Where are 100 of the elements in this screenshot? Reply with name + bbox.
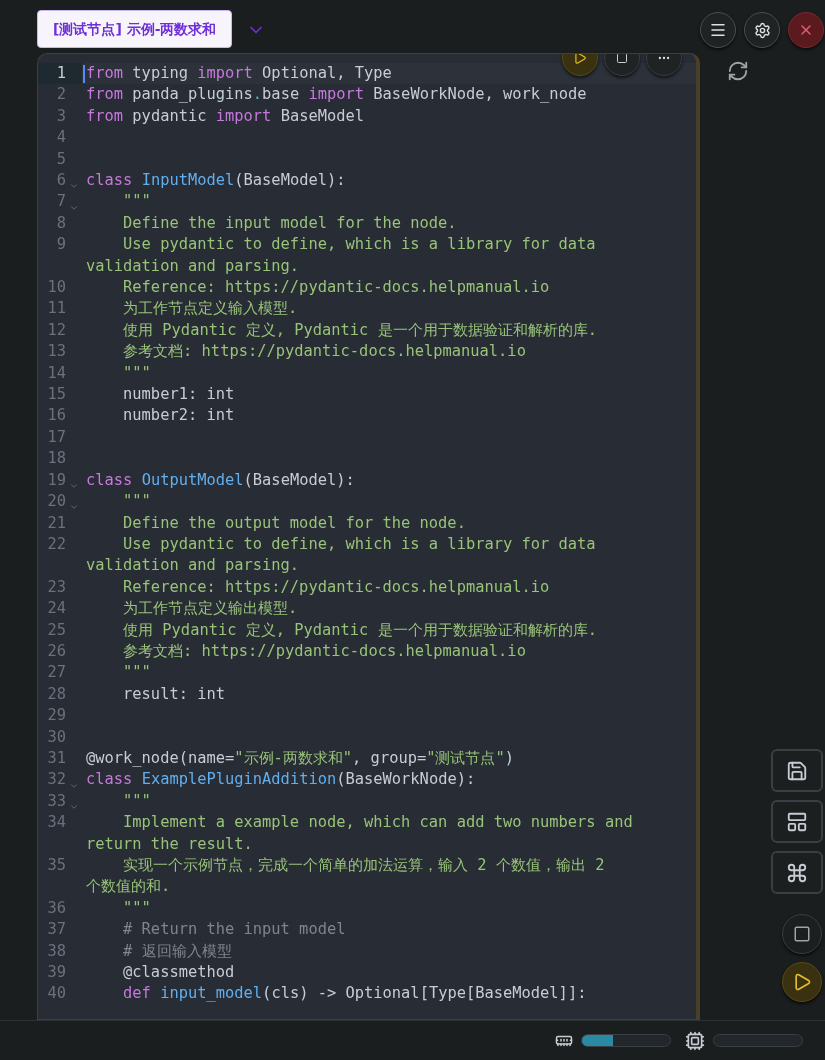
save-button[interactable] bbox=[771, 749, 823, 792]
line-number: 6 bbox=[55, 170, 66, 192]
layout-icon bbox=[786, 810, 808, 833]
line-number: 23 bbox=[46, 576, 66, 598]
code-text: def input_model(cls) -> Optional[Type[BaseModel]]: bbox=[122, 984, 587, 1003]
code-text: """ bbox=[122, 898, 151, 917]
line-number: 2 bbox=[55, 84, 66, 106]
code-text: from typing import Optional, Type bbox=[86, 64, 392, 82]
code-text: Define the output model for the node. bbox=[122, 513, 466, 532]
code-text: """ bbox=[122, 663, 151, 682]
line-number: 30 bbox=[46, 726, 66, 748]
code-text: 使用 Pydantic 定义, Pydantic 是一个用于数据验证和解析的库. bbox=[122, 620, 597, 639]
line-number: 12 bbox=[46, 319, 66, 341]
menu-icon bbox=[709, 21, 727, 39]
code-text: 使用 Pydantic 定义, Pydantic 是一个用于数据验证和解析的库. bbox=[122, 320, 597, 339]
layout-button[interactable] bbox=[771, 800, 823, 843]
line-number: 21 bbox=[46, 512, 66, 534]
code-text: 为工作节点定义输入模型. bbox=[122, 299, 298, 318]
line-number: 29 bbox=[46, 705, 66, 727]
command-icon bbox=[786, 861, 808, 884]
line-number: 24 bbox=[46, 598, 66, 620]
code-text: @work_node(name="示例-两数求和", group="测试节点") bbox=[86, 748, 515, 767]
line-number: 40 bbox=[46, 983, 66, 1005]
code-text: 参考文档: https://pydantic-docs.helpmanual.io bbox=[122, 641, 526, 660]
code-text: """ bbox=[122, 791, 151, 810]
line-number: 7 bbox=[55, 191, 66, 213]
code-text: Use pydantic to define, which is a library for data bbox=[122, 235, 596, 254]
code-text: Implement a example node, which can add two numbers and bbox=[122, 813, 633, 832]
line-number: 16 bbox=[46, 405, 66, 427]
line-number: 5 bbox=[55, 148, 66, 170]
settings-icon bbox=[753, 21, 771, 39]
line-number: 31 bbox=[46, 747, 66, 769]
play-icon bbox=[573, 54, 587, 65]
line-number: 22 bbox=[46, 533, 66, 555]
line-number: 39 bbox=[46, 961, 66, 983]
code-text: class InputModel(BaseModel): bbox=[86, 171, 346, 190]
text-cursor bbox=[83, 65, 85, 83]
code-text: validation and parsing. bbox=[86, 556, 300, 575]
code-text: number1: int bbox=[122, 385, 235, 404]
line-number: 37 bbox=[46, 919, 66, 941]
settings-button[interactable] bbox=[744, 12, 780, 48]
code-text: 个数值的和. bbox=[86, 877, 171, 896]
line-number: 4 bbox=[55, 127, 66, 149]
line-number: 33 bbox=[46, 790, 66, 812]
stop-icon bbox=[793, 925, 811, 943]
save-icon bbox=[786, 759, 808, 782]
line-number: 10 bbox=[46, 277, 66, 299]
line-number: 35 bbox=[46, 854, 66, 876]
code-text: result: int bbox=[122, 684, 225, 703]
code-text: number2: int bbox=[122, 406, 235, 425]
line-number: 18 bbox=[46, 448, 66, 470]
line-number: 38 bbox=[46, 940, 66, 962]
code-text: """ bbox=[122, 192, 151, 211]
refresh-icon[interactable] bbox=[726, 60, 749, 82]
line-number: 36 bbox=[46, 897, 66, 919]
line-number: 27 bbox=[46, 662, 66, 684]
play-icon bbox=[792, 972, 812, 992]
code-text: 为工作节点定义输出模型. bbox=[122, 599, 298, 618]
menu-button[interactable] bbox=[700, 12, 736, 48]
stop-button[interactable] bbox=[782, 914, 822, 954]
code-text: 实现一个示例节点，完成一个简单的加法运算，输入 2 个数值，输出 2 bbox=[122, 855, 605, 874]
line-number: 13 bbox=[46, 341, 66, 363]
node-title-button[interactable]: [测试节点] 示例-两数求和 bbox=[37, 10, 233, 48]
code-text: Reference: https://pydantic-docs.helpmanual.io bbox=[122, 278, 550, 297]
code-text: """ bbox=[122, 363, 151, 382]
command-button[interactable] bbox=[771, 851, 823, 894]
code-text: Define the input model for the node. bbox=[122, 213, 457, 232]
code-text: class ExamplePluginAddition(BaseWorkNode): bbox=[86, 770, 476, 789]
run-button[interactable] bbox=[782, 962, 822, 1002]
line-number: 15 bbox=[46, 384, 66, 406]
code-text: validation and parsing. bbox=[86, 256, 300, 275]
code-text: return the result. bbox=[86, 834, 253, 853]
line-number: 19 bbox=[46, 469, 66, 491]
line-number: 25 bbox=[46, 619, 66, 641]
code-text: from panda_plugins.base import BaseWorkNode, work_node bbox=[86, 85, 587, 104]
code-text: Use pydantic to define, which is a library for data bbox=[122, 534, 596, 553]
code-text: from pydantic import BaseModel bbox=[86, 106, 365, 125]
cpu-icon bbox=[685, 1030, 705, 1051]
line-number: 20 bbox=[46, 491, 66, 513]
line-number: 11 bbox=[46, 298, 66, 320]
line-number: 3 bbox=[55, 105, 66, 127]
line-number: 17 bbox=[46, 426, 66, 448]
code-text: """ bbox=[122, 492, 151, 511]
line-number: 28 bbox=[46, 683, 66, 705]
line-number: 1 bbox=[55, 63, 66, 84]
line-number: 14 bbox=[46, 362, 66, 384]
stop-icon bbox=[616, 54, 628, 64]
line-number: 34 bbox=[46, 812, 66, 834]
code-text: class OutputModel(BaseModel): bbox=[86, 470, 355, 489]
code-text: # Return the input model bbox=[122, 920, 346, 939]
line-number: 32 bbox=[46, 769, 66, 791]
close-button[interactable] bbox=[788, 12, 824, 48]
code-text: 参考文档: https://pydantic-docs.helpmanual.io bbox=[122, 342, 526, 361]
code-editor[interactable] bbox=[37, 53, 700, 1020]
code-text: @classmethod bbox=[122, 962, 235, 981]
code-text: # 返回输入模型 bbox=[122, 941, 232, 960]
line-number: 9 bbox=[55, 234, 66, 256]
line-number: 8 bbox=[55, 212, 66, 234]
line-number: 26 bbox=[46, 640, 66, 662]
code-text: Reference: https://pydantic-docs.helpmanual.io bbox=[122, 577, 550, 596]
